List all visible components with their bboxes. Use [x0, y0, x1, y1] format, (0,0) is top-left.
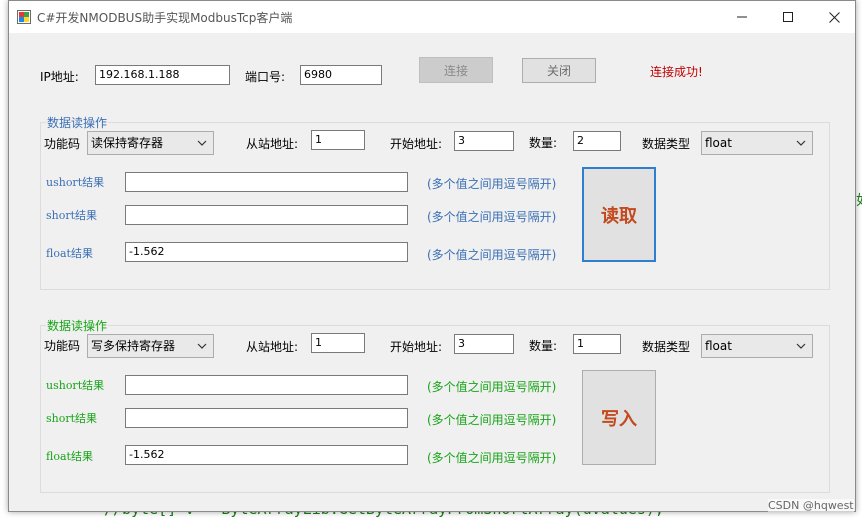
write-start-label: 开始地址: [390, 340, 443, 354]
read-start-input[interactable]: 3 [454, 131, 514, 151]
read-short-input[interactable] [125, 205, 408, 225]
connection-status: 连接成功! [650, 65, 703, 79]
minimize-button[interactable] [719, 1, 765, 33]
write-float-label: float结果 [46, 450, 93, 463]
write-type-label: 数据类型 [642, 340, 691, 354]
read-ushort-label: ushort结果 [46, 176, 105, 189]
port-input[interactable]: 6980 [300, 65, 382, 85]
window-title: C#开发NMODBUS助手实现ModbusTcp客户端 [37, 11, 293, 25]
main-window: C#开发NMODBUS助手实现ModbusTcp客户端 IP地址: 192.16… [8, 0, 856, 512]
background-side-char: 如 [856, 190, 862, 210]
close-connection-button[interactable]: 关闭 [522, 58, 596, 83]
read-short-label: short结果 [46, 209, 98, 222]
read-function-value: 读保持寄存器 [91, 136, 164, 150]
chevron-down-icon [796, 343, 806, 349]
minimize-icon [737, 16, 747, 18]
title-bar[interactable]: C#开发NMODBUS助手实现ModbusTcp客户端 [9, 1, 855, 33]
write-function-value: 写多保持寄存器 [91, 339, 176, 353]
write-count-label: 数量: [529, 339, 558, 353]
write-type-select[interactable]: float [701, 334, 813, 358]
write-function-label: 功能码 [44, 339, 81, 353]
write-ushort-input[interactable] [125, 375, 408, 395]
read-function-select[interactable]: 读保持寄存器 [87, 131, 214, 155]
write-slave-input[interactable]: 1 [311, 333, 365, 353]
read-ushort-hint: (多个值之间用逗号隔开) [427, 177, 557, 191]
chevron-down-icon [197, 343, 207, 349]
write-group-title: 数据读操作 [46, 317, 109, 334]
read-slave-label: 从站地址: [246, 137, 299, 151]
read-ushort-input[interactable] [125, 172, 408, 192]
read-button[interactable]: 读取 [582, 167, 656, 262]
write-short-hint: (多个值之间用逗号隔开) [427, 413, 557, 427]
write-type-value: float [705, 339, 732, 353]
chevron-down-icon [796, 140, 806, 146]
read-function-label: 功能码 [44, 137, 81, 151]
write-slave-label: 从站地址: [246, 340, 299, 354]
read-slave-input[interactable]: 1 [311, 130, 365, 150]
read-count-input[interactable]: 2 [573, 131, 621, 151]
write-short-label: short结果 [46, 412, 98, 425]
read-float-label: float结果 [46, 247, 93, 260]
write-button[interactable]: 写入 [582, 370, 656, 465]
write-count-input[interactable]: 1 [573, 334, 621, 354]
ip-input[interactable]: 192.168.1.188 [95, 65, 230, 85]
port-label: 端口号: [245, 70, 286, 84]
write-function-select[interactable]: 写多保持寄存器 [87, 334, 214, 358]
write-start-input[interactable]: 3 [454, 334, 514, 354]
write-ushort-hint: (多个值之间用逗号隔开) [427, 380, 557, 394]
chevron-down-icon [197, 140, 207, 146]
maximize-button[interactable] [765, 1, 811, 33]
write-float-input[interactable]: -1.562 [125, 445, 408, 465]
write-float-hint: (多个值之间用逗号隔开) [427, 451, 557, 465]
maximize-icon [783, 12, 793, 22]
write-short-input[interactable] [125, 408, 408, 428]
connect-button[interactable]: 连接 [419, 57, 493, 83]
read-type-select[interactable]: float [701, 131, 813, 155]
read-count-label: 数量: [529, 136, 558, 150]
watermark: CSDN @hqwest [768, 499, 854, 512]
read-float-input[interactable]: -1.562 [125, 242, 408, 262]
close-icon [828, 11, 840, 23]
read-type-value: float [705, 136, 732, 150]
write-ushort-label: ushort结果 [46, 379, 105, 392]
app-icon [17, 10, 31, 24]
ip-label: IP地址: [40, 70, 79, 84]
close-window-button[interactable] [811, 1, 857, 33]
read-start-label: 开始地址: [390, 137, 443, 151]
read-group-title: 数据读操作 [46, 114, 109, 131]
read-float-hint: (多个值之间用逗号隔开) [427, 248, 557, 262]
read-short-hint: (多个值之间用逗号隔开) [427, 210, 557, 224]
read-type-label: 数据类型 [642, 137, 691, 151]
